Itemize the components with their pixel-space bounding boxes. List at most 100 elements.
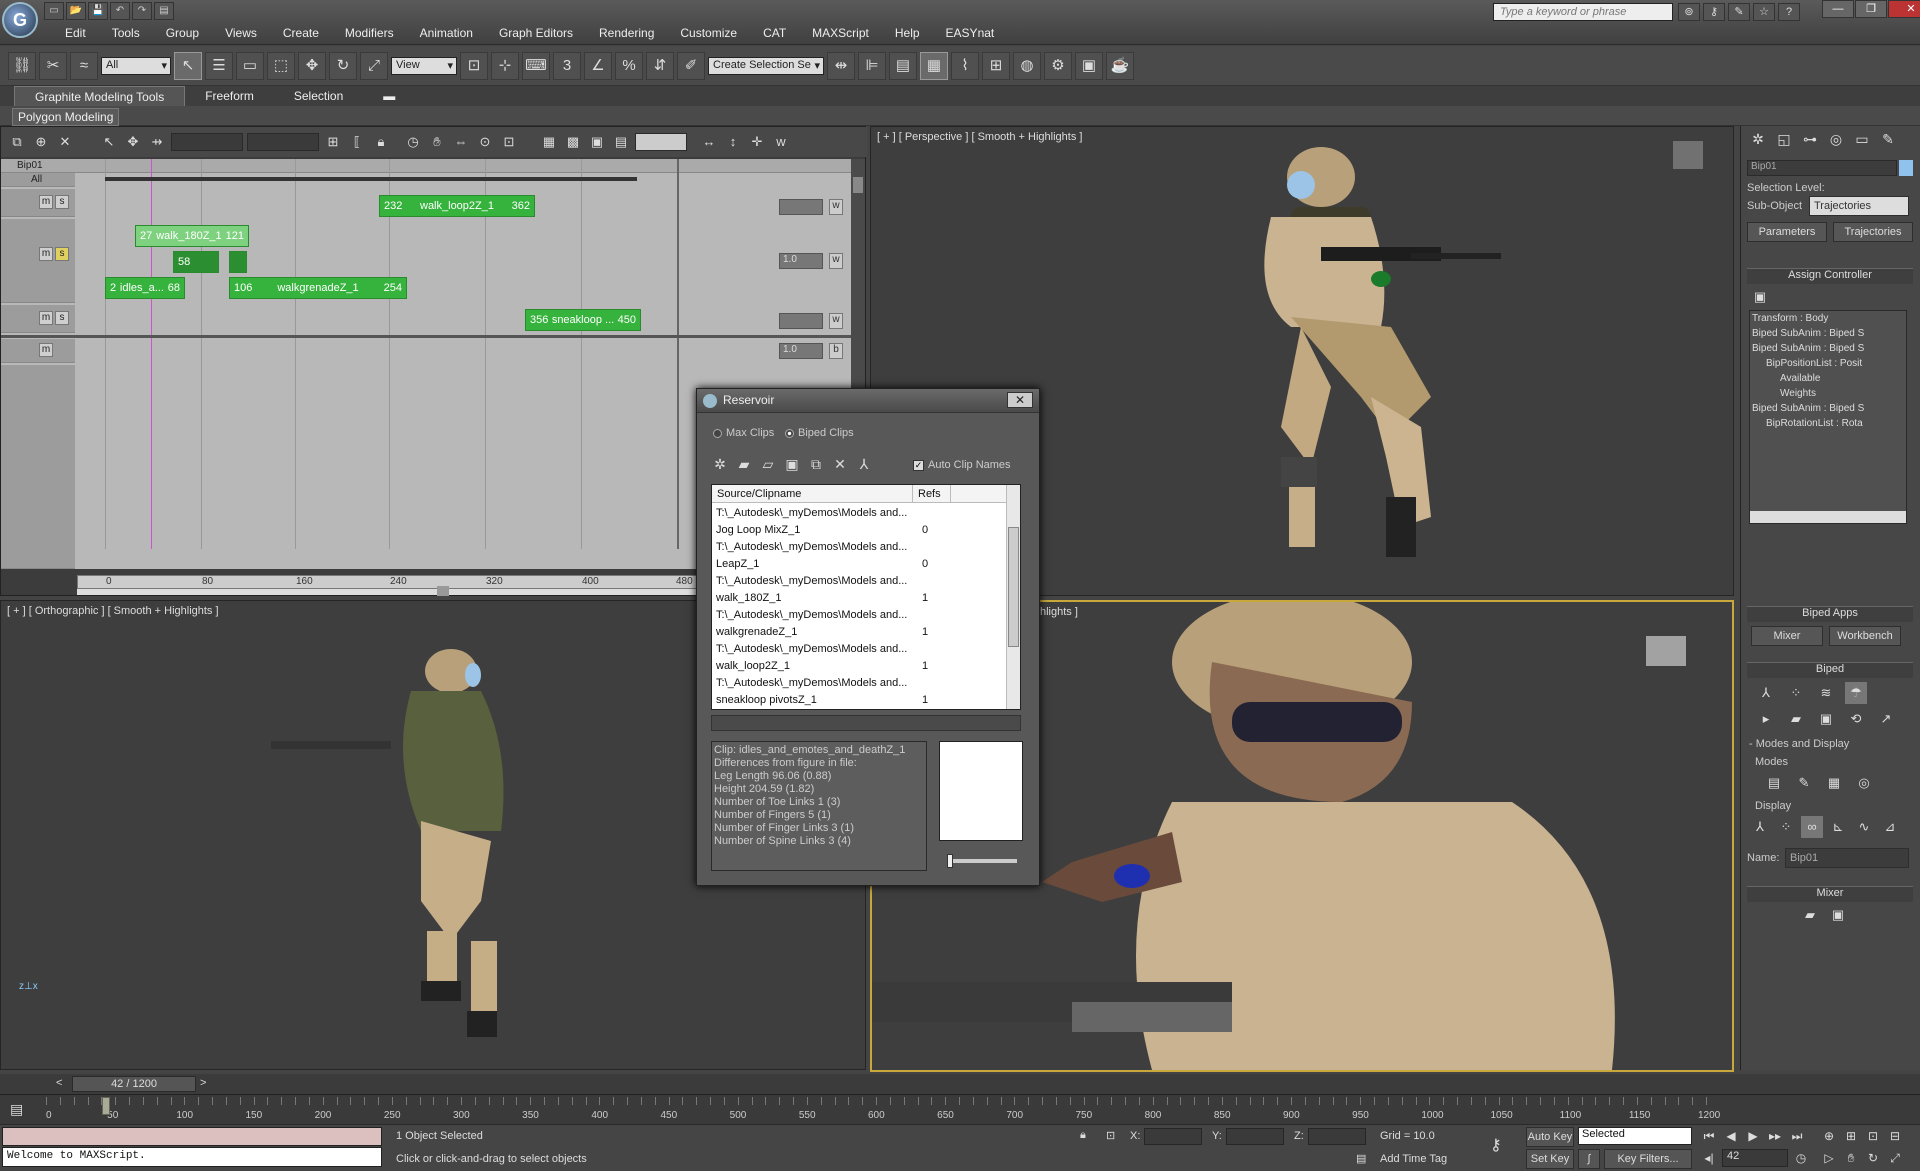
mix-options-icon[interactable]: ▩ [563, 132, 583, 152]
set-key-icon[interactable]: ∫ [1578, 1149, 1600, 1169]
angle-snap-icon[interactable]: ∠ [584, 51, 612, 80]
workbench-button[interactable]: Workbench [1829, 626, 1901, 646]
gear-icon[interactable]: ✲ [711, 455, 729, 473]
track-mute-button[interactable]: m [39, 247, 53, 261]
current-frame-field[interactable]: 42 [1722, 1149, 1788, 1167]
track-weight-spinner[interactable]: 1.0 [779, 343, 823, 359]
render-teapot-icon[interactable]: ☕ [1106, 51, 1134, 80]
menu-cat[interactable]: CAT [748, 24, 797, 44]
mixer-delete-icon[interactable]: ✕ [55, 132, 75, 152]
maximize-button[interactable]: ❐ [1855, 0, 1887, 18]
menu-graph-editors[interactable]: Graph Editors [484, 24, 584, 44]
display-objects-icon[interactable]: ⅄ [1749, 816, 1771, 838]
assign-controller-icon[interactable]: ▣ [1749, 286, 1771, 308]
zoom-extents-icon[interactable]: ⊡ [1864, 1127, 1882, 1145]
mixer-button[interactable]: Mixer [1751, 626, 1823, 646]
column-source[interactable]: Source/Clipname [717, 488, 801, 500]
material-editor-icon[interactable]: ◍ [1013, 51, 1041, 80]
create-tab-icon[interactable]: ✲ [1747, 128, 1769, 150]
save-file-icon[interactable]: ▣ [1815, 708, 1837, 730]
mixer-dropdown[interactable] [635, 133, 687, 151]
tree-item[interactable]: Biped SubAnim : Biped S [1752, 403, 1864, 418]
list-item[interactable]: Jog Loop MixZ_1 0 [716, 524, 1006, 541]
tree-item[interactable]: Available [1780, 373, 1820, 388]
tree-item[interactable]: Biped SubAnim : Biped S [1752, 328, 1864, 343]
buffer-mode-icon[interactable]: ▤ [1763, 772, 1785, 794]
motion-tab-icon[interactable]: ◎ [1825, 128, 1847, 150]
mixer-mode-icon[interactable]: ☂ [1845, 682, 1867, 704]
pan-view-icon[interactable]: ✋︎ [1842, 1149, 1860, 1167]
close-button[interactable]: ✕ [1888, 0, 1920, 18]
track-solo-button[interactable]: s [55, 311, 69, 325]
current-frame-marker[interactable] [102, 1097, 111, 1115]
select-object-icon[interactable]: ↖ [174, 51, 202, 80]
menu-views[interactable]: Views [210, 24, 268, 44]
help-icon[interactable]: ? [1778, 3, 1800, 21]
clip-idles[interactable]: 2 idles_a... 68 [105, 277, 185, 299]
load-mix-icon[interactable]: ▰ [1799, 904, 1821, 926]
controller-tree[interactable]: Transform : Body Biped SubAnim : Biped S… [1749, 310, 1907, 524]
tab-selection[interactable]: Selection [274, 86, 363, 106]
sub-object-dropdown[interactable]: Trajectories [1809, 196, 1909, 216]
parameters-button[interactable]: Parameters [1747, 222, 1827, 242]
mirror-icon[interactable]: ⇹ [827, 51, 855, 80]
zoom-icon[interactable]: ⊙ [475, 132, 495, 152]
tree-hscrollbar[interactable] [1750, 511, 1906, 523]
utilities-tab-icon[interactable]: ✎ [1877, 128, 1899, 150]
load-file-icon[interactable]: ▰ [1785, 708, 1807, 730]
app-logo-button[interactable]: G [2, 2, 38, 38]
percent-snap-icon[interactable]: % [615, 51, 643, 80]
mixer-select-icon[interactable]: ↖ [99, 132, 119, 152]
timeline-ruler[interactable]: ▤ 0 50 100 150 200 250 300 350 400 450 500 550 600 65… [0, 1094, 1920, 1124]
mixer-ruler[interactable]: 0 80 160 240 320 400 480 [77, 575, 697, 589]
graphite-toggle-icon[interactable]: ▦ [920, 51, 948, 80]
track-mute-button[interactable]: m [39, 343, 53, 357]
biped-name-field[interactable]: Bip01 [1785, 848, 1909, 868]
in-place-icon[interactable]: ◎ [1853, 772, 1875, 794]
clip-list-scroll-thumb[interactable] [1008, 527, 1019, 647]
soldier-model-orthographic[interactable] [261, 641, 561, 1061]
pivot-center-icon[interactable]: ⊡ [460, 51, 488, 80]
mixer-hscroll-thumb[interactable] [437, 586, 449, 596]
key-mode-icon[interactable]: ◂| [1700, 1149, 1718, 1167]
set-key-button[interactable]: Set Key [1526, 1149, 1574, 1169]
mixer-new-icon[interactable]: ⧉ [7, 132, 27, 152]
selection-filter-dropdown[interactable]: All [101, 56, 171, 75]
layer-manager-icon[interactable]: ▤ [889, 51, 917, 80]
time-config-icon[interactable]: ◷ [403, 132, 423, 152]
menu-rendering[interactable]: Rendering [584, 24, 665, 44]
list-item[interactable]: walkgrenadeZ_1 1 [716, 626, 1006, 643]
list-item[interactable]: T:\_Autodesk\_myDemos\Models and... [716, 677, 1006, 694]
list-item[interactable]: T:\_Autodesk\_myDemos\Models and... [716, 643, 1006, 660]
reservoir-close-button[interactable]: ✕ [1007, 392, 1033, 408]
link-icon[interactable]: ⛓ [8, 51, 36, 80]
hierarchy-tab-icon[interactable]: ⊶ [1799, 128, 1821, 150]
delete-icon[interactable]: ✕ [831, 455, 849, 473]
window-crossing-icon[interactable]: ⬚ [267, 51, 295, 80]
time-tag-icon[interactable]: ▤ [1356, 1152, 1366, 1165]
tree-item[interactable]: BipRotationList : Rota [1766, 418, 1863, 433]
list-item[interactable]: LeapZ_1 0 [716, 558, 1006, 575]
display-trajectories-icon[interactable]: ∞ [1801, 816, 1823, 838]
x-coordinate-field[interactable] [1144, 1128, 1202, 1145]
star-icon[interactable]: ☆ [1753, 3, 1775, 21]
play-icon[interactable]: ▶ [1744, 1127, 1762, 1145]
mixer-field-1[interactable] [171, 133, 243, 151]
y-coordinate-field[interactable] [1226, 1128, 1284, 1145]
display-tab-icon[interactable]: ▭ [1851, 128, 1873, 150]
lock-selection-icon[interactable]: 🔒︎ [1080, 1129, 1086, 1142]
zoom-all-icon[interactable]: ⊞ [1842, 1127, 1860, 1145]
track-weight-button[interactable]: w [829, 199, 843, 215]
mixer-time-cursor[interactable] [151, 159, 152, 549]
clip-list-scrollbar[interactable] [1006, 485, 1020, 709]
key-set-dropdown[interactable]: Selected [1578, 1127, 1692, 1145]
align-icon[interactable]: ⊫ [858, 51, 886, 80]
tree-item[interactable]: Biped SubAnim : Biped S [1752, 343, 1864, 358]
rubber-band-icon[interactable]: ✎ [1793, 772, 1815, 794]
convert-icon[interactable]: ⟲ [1845, 708, 1867, 730]
open-folder-2-icon[interactable]: ▱ [759, 455, 777, 473]
minimize-button[interactable]: — [1822, 0, 1854, 18]
menu-animation[interactable]: Animation [405, 24, 484, 44]
replace-icon[interactable]: ⧉ [807, 455, 825, 473]
track-weight-spinner[interactable] [779, 313, 823, 329]
